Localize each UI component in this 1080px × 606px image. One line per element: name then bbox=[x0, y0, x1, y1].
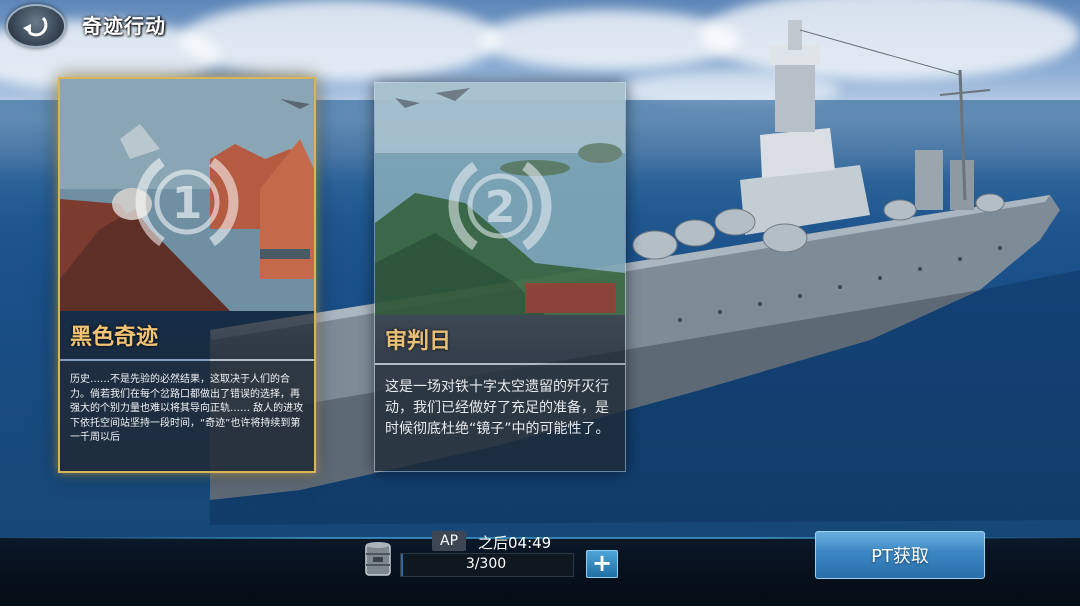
mission-number: 2 bbox=[375, 151, 625, 277]
add-ap-button[interactable]: + bbox=[586, 550, 618, 578]
back-arrow-icon bbox=[23, 16, 48, 37]
ap-count: 3/300 bbox=[465, 556, 507, 572]
svg-text:2: 2 bbox=[485, 182, 516, 233]
mission-description: 这是一场对铁十字太空遗留的歼灭行动，我们已经做好了充足的准备，是时候彻底杜绝“镜… bbox=[385, 379, 610, 437]
mission-card-2[interactable]: 2 审判日 这是一场对铁十字太空遗留的歼灭行动，我们已经做好了充足的准备，是时候… bbox=[374, 82, 626, 472]
game-screen: 奇迹行动 1 黑色奇迹 历史……不是先验的必然结果，这取决于人们的合力。倘若我们… bbox=[0, 0, 1080, 606]
circle-number-icon: 2 bbox=[448, 161, 552, 251]
circle-number-icon: 1 bbox=[135, 157, 239, 247]
ap-label: AP bbox=[432, 531, 467, 551]
back-button[interactable] bbox=[6, 4, 66, 48]
mission-card-1[interactable]: 1 黑色奇迹 历史……不是先验的必然结果，这取决于人们的合力。倘若我们在每个岔路… bbox=[58, 77, 316, 473]
pt-acquire-label: PT获取 bbox=[871, 546, 929, 567]
svg-text:1: 1 bbox=[172, 178, 203, 229]
mission-title: 审判日 bbox=[385, 329, 452, 354]
mission-number: 1 bbox=[60, 147, 314, 273]
ap-timer: 之后04:49 bbox=[478, 534, 552, 552]
mission-title: 黑色奇迹 bbox=[70, 325, 159, 350]
mission-description: 历史……不是先验的必然结果，这取决于人们的合力。倘若我们在每个岔路口都做出了错误… bbox=[70, 374, 304, 443]
page-title: 奇迹行动 bbox=[82, 14, 166, 38]
pt-acquire-button[interactable]: PT获取 bbox=[815, 531, 985, 579]
fuel-barrel-icon bbox=[365, 542, 391, 576]
